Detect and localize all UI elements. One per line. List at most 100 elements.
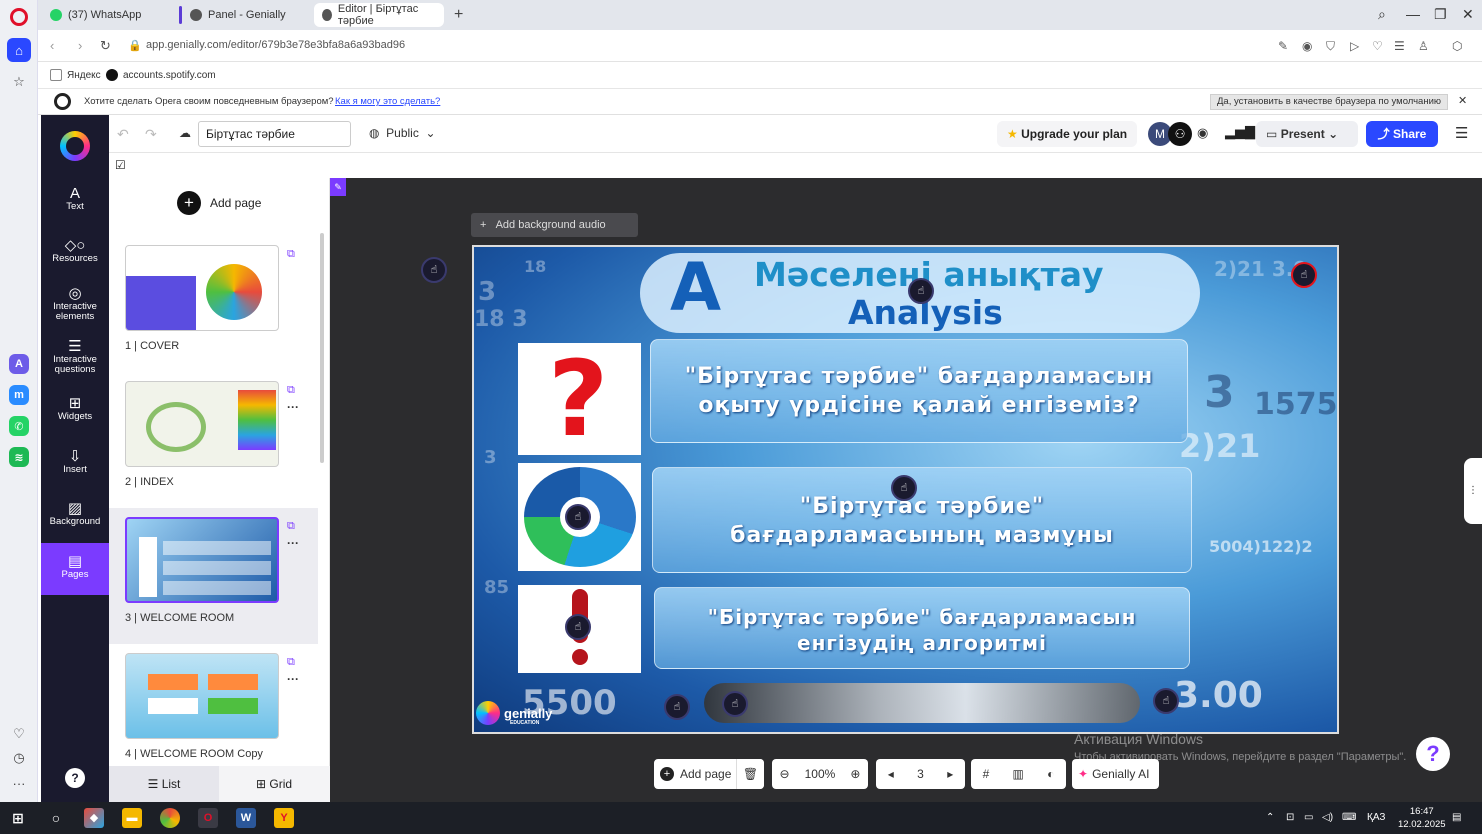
forward-icon[interactable]: › <box>78 38 82 53</box>
pages-scrollbar[interactable] <box>320 233 324 463</box>
file-explorer-icon[interactable]: ▬ <box>122 808 142 828</box>
history-icon[interactable]: ◷ <box>7 746 31 770</box>
notifications-icon[interactable]: ▤ <box>1452 812 1461 823</box>
reload-icon[interactable]: ↻ <box>100 38 111 54</box>
page-more-icon[interactable]: ··· <box>287 400 299 414</box>
tabs-list-icon[interactable]: ☰ <box>1394 39 1405 53</box>
interactivity-hotspot-icon[interactable]: ☝ <box>421 257 447 283</box>
tray-network-icon[interactable]: ⊡ <box>1286 812 1294 823</box>
rail-pages[interactable]: ▤ Pages <box>41 543 109 595</box>
zoom-out-icon[interactable]: ⊖ <box>780 767 790 781</box>
yandex-browser-icon[interactable]: Y <box>274 808 294 828</box>
interactivity-hotspot-icon[interactable]: ☝ <box>565 504 591 530</box>
page-card-3[interactable]: ⧉ ··· 3 | WELCOME ROOM <box>109 508 318 644</box>
more-icon[interactable]: ··· <box>7 771 31 795</box>
question-mark-image[interactable]: ? <box>518 343 641 455</box>
page-link-icon[interactable]: ⧉ <box>287 656 295 669</box>
tab-editor[interactable]: Editor | Біртұтас тәрбие <box>314 3 444 27</box>
tab-panel-genially[interactable]: Panel - Genially <box>179 3 312 27</box>
interactivity-hotspot-icon[interactable]: ☝ <box>1291 262 1317 288</box>
preview-eye-icon[interactable]: ◉ <box>1197 125 1208 141</box>
heart-icon[interactable]: ♡ <box>7 722 31 746</box>
upgrade-plan-button[interactable]: ★ Upgrade your plan <box>997 121 1138 147</box>
whatsapp-app-icon[interactable]: ✆ <box>9 416 29 436</box>
infobar-close-icon[interactable]: ✕ <box>1458 94 1467 107</box>
prev-page-icon[interactable]: ◂ <box>888 767 894 781</box>
new-tab-icon[interactable]: + <box>454 6 463 24</box>
present-button[interactable]: ▭ Present ⌄ <box>1256 121 1358 147</box>
palette-icon[interactable]: ◐ <box>1047 767 1054 781</box>
close-icon[interactable]: ✕ <box>1462 6 1474 23</box>
page-link-icon[interactable]: ⧉ <box>287 384 295 397</box>
page-thumbnail[interactable] <box>125 653 279 739</box>
home-icon[interactable]: ⌂ <box>7 38 31 62</box>
page-more-icon[interactable]: ··· <box>287 672 299 686</box>
tray-display-icon[interactable]: ▭ <box>1304 812 1313 823</box>
interactivity-hotspot-icon[interactable]: ☝ <box>891 475 917 501</box>
rail-text[interactable]: A Text <box>41 186 109 212</box>
page-more-icon[interactable]: ··· <box>287 536 299 550</box>
heart-icon[interactable]: ♡ <box>1372 39 1383 53</box>
back-icon[interactable]: ‹ <box>50 38 54 53</box>
shield-icon[interactable]: ⛉ <box>1326 39 1335 54</box>
zoom-level[interactable]: 100% <box>805 767 836 781</box>
camera-icon[interactable]: ◉ <box>1302 39 1312 53</box>
interactivity-hotspot-icon[interactable]: ☝ <box>664 694 690 720</box>
panel-question-1[interactable]: "Біртұтас тәрбие" бағдарламасын оқыту үр… <box>650 339 1188 443</box>
hamburger-menu-icon[interactable]: ☰ <box>1455 124 1468 142</box>
page-thumbnail[interactable] <box>125 517 279 603</box>
aria-app-icon[interactable]: A <box>9 354 29 374</box>
page-card-1[interactable]: ⧉ 1 | COVER <box>109 236 318 372</box>
delete-page-button[interactable]: 🗑 <box>736 759 764 789</box>
help-icon[interactable]: ? <box>65 768 85 788</box>
page-number[interactable]: 3 <box>917 767 924 781</box>
account-icon[interactable]: ♙ <box>1418 39 1429 53</box>
page-thumbnail[interactable] <box>125 381 279 467</box>
bookmark-spotify[interactable]: accounts.spotify.com <box>106 69 216 81</box>
page-card-2[interactable]: ⧉ ··· 2 | INDEX <box>109 372 318 508</box>
word-icon[interactable]: W <box>236 808 256 828</box>
stats-icon[interactable]: ▂▅▇ <box>1225 124 1255 140</box>
checklist-icon[interactable]: ☑ <box>115 158 126 172</box>
messenger-app-icon[interactable]: m <box>9 385 29 405</box>
redo-icon[interactable]: ↷ <box>145 126 157 143</box>
interactivity-hotspot-icon[interactable]: ☝ <box>722 691 748 717</box>
zoom-in-icon[interactable]: ⊕ <box>850 767 860 781</box>
genially-logo-icon[interactable] <box>60 131 90 161</box>
set-default-button[interactable]: Да, установить в качестве браузера по ум… <box>1210 94 1449 110</box>
extensions-icon[interactable]: ⬡ <box>1452 39 1462 53</box>
next-page-icon[interactable]: ▸ <box>947 767 953 781</box>
windows-start-icon[interactable]: ⊞ <box>8 808 28 828</box>
tab-whatsapp[interactable]: (37) WhatsApp <box>42 3 174 27</box>
add-background-audio-button[interactable]: + Add background audio <box>471 213 638 237</box>
grid-guides-icon[interactable]: # <box>983 767 990 781</box>
url-field[interactable]: app.genially.com/editor/679b3e78e3bfa8a6… <box>146 39 405 51</box>
interactivity-hotspot-icon[interactable]: ☝ <box>565 614 591 640</box>
rail-resources[interactable]: ◇○ Resources <box>41 238 109 264</box>
rail-interactive-elements[interactable]: ◎ Interactive elements <box>41 286 109 322</box>
bookmark-yandex[interactable]: Яндекс <box>50 69 101 81</box>
help-chat-icon[interactable]: ? <box>1416 737 1450 771</box>
tab-grid[interactable]: ⊞ Grid <box>219 766 329 802</box>
tray-keyboard-icon[interactable]: ⌨ <box>1342 812 1356 823</box>
add-collaborator-icon[interactable]: ⚇ <box>1168 122 1192 146</box>
rail-interactive-questions[interactable]: ☰ Interactive questions <box>41 339 109 375</box>
split-view-icon[interactable]: ▥ <box>1013 767 1024 781</box>
opera-icon[interactable]: O <box>198 808 218 828</box>
star-icon[interactable]: ☆ <box>7 70 31 94</box>
rail-background[interactable]: ▨ Background <box>41 501 109 527</box>
undo-icon[interactable]: ↶ <box>117 126 129 143</box>
edit-icon[interactable]: ✎ <box>1278 39 1288 53</box>
page-link-icon[interactable]: ⧉ <box>287 520 295 533</box>
chrome-icon[interactable] <box>160 808 180 828</box>
tray-chevron-icon[interactable]: ⌃ <box>1266 812 1274 823</box>
play-icon[interactable]: ▷ <box>1350 39 1359 53</box>
minimize-icon[interactable]: — <box>1406 6 1420 22</box>
rail-widgets[interactable]: ⊞ Widgets <box>41 396 109 422</box>
pin-icon[interactable]: ✎ <box>330 178 346 196</box>
spotify-app-icon[interactable]: ≋ <box>9 447 29 467</box>
interactivity-hotspot-icon[interactable]: ☝ <box>908 278 934 304</box>
tray-volume-icon[interactable]: ◁) <box>1322 812 1333 823</box>
page-card-4[interactable]: ⧉ ··· 4 | WELCOME ROOM Copy <box>109 644 318 780</box>
panel-question-3[interactable]: "Біртұтас тәрбие" бағдарламасын енгізуді… <box>654 587 1190 669</box>
